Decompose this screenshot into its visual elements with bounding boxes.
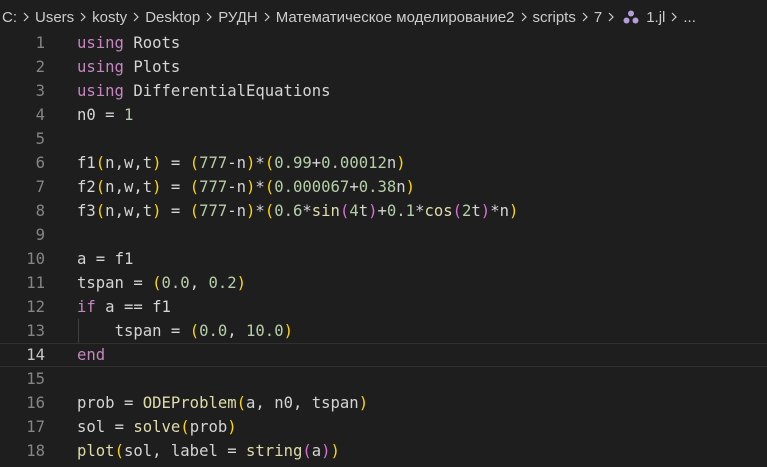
breadcrumb-desktop[interactable]: Desktop (145, 9, 200, 26)
chevron-right-icon (577, 9, 593, 25)
chevron-right-icon (603, 9, 619, 25)
line-number: 5 (35, 130, 45, 148)
code-text[interactable]: using Plots (77, 55, 180, 79)
line-number: 6 (35, 154, 45, 172)
code-text[interactable]: tspan = (0.0, 10.0) (77, 319, 293, 343)
code-line[interactable]: 1 using Roots (0, 31, 767, 55)
code-line[interactable]: 18 plot(sol, label = string(a)) (0, 439, 767, 463)
code-line[interactable]: 16 prob = ODEProblem(a, n0, tspan) (0, 391, 767, 415)
breadcrumb-file[interactable]: 1.jl (646, 9, 665, 26)
code-line[interactable]: 2 using Plots (0, 55, 767, 79)
chevron-right-icon (666, 9, 682, 25)
breadcrumb-users[interactable]: Users (35, 9, 74, 26)
breadcrumb-scripts[interactable]: scripts (533, 9, 576, 26)
breadcrumb: C: Users kosty Desktop РУДН Математическ… (0, 0, 767, 34)
line-number: 2 (35, 58, 45, 76)
code-text[interactable]: end (77, 343, 105, 367)
chevron-right-icon (18, 9, 34, 25)
line-number: 1 (35, 34, 45, 52)
code-text[interactable]: if a == f1 (77, 295, 171, 319)
code-text[interactable]: f3(n,w,t) = (777-n)*(0.6*sin(4t)+0.1*cos… (77, 199, 518, 223)
breadcrumb-more[interactable]: ... (683, 9, 696, 26)
breadcrumb-drive[interactable]: C: (2, 9, 17, 26)
code-line[interactable]: 8 f3(n,w,t) = (777-n)*(0.6*sin(4t)+0.1*co… (0, 199, 767, 223)
code-line[interactable]: 11 tspan = (0.0, 0.2) (0, 271, 767, 295)
code-line[interactable]: 10 a = f1 (0, 247, 767, 271)
code-line[interactable]: 4 n0 = 1 (0, 103, 767, 127)
chevron-right-icon (259, 9, 275, 25)
code-line[interactable]: 9 (0, 223, 767, 247)
chevron-right-icon (75, 9, 91, 25)
breadcrumb-7[interactable]: 7 (594, 9, 602, 26)
line-number: 11 (26, 274, 45, 292)
code-line[interactable]: 7 f2(n,w,t) = (777-n)*(0.000067+0.38n) (0, 175, 767, 199)
code-line[interactable]: 15 (0, 367, 767, 391)
line-number: 3 (35, 82, 45, 100)
line-number: 4 (35, 106, 45, 124)
code-text[interactable]: plot(sol, label = string(a)) (77, 439, 340, 463)
code-text[interactable]: prob = ODEProblem(a, n0, tspan) (77, 391, 368, 415)
line-number: 14 (26, 346, 45, 364)
code-text[interactable]: using Roots (77, 31, 180, 55)
line-number: 12 (26, 298, 45, 316)
chevron-right-icon (128, 9, 144, 25)
line-number: 9 (35, 226, 45, 244)
breadcrumb-kosty[interactable]: kosty (92, 9, 127, 26)
code-text[interactable]: f2(n,w,t) = (777-n)*(0.000067+0.38n) (77, 175, 415, 199)
code-line[interactable]: 5 (0, 127, 767, 151)
code-line[interactable]: 3 using DifferentialEquations (0, 79, 767, 103)
code-editor[interactable]: C: Users kosty Desktop РУДН Математическ… (0, 0, 767, 467)
chevron-right-icon (201, 9, 217, 25)
line-number: 10 (26, 250, 45, 268)
line-number: 13 (26, 322, 45, 340)
line-number: 17 (26, 418, 45, 436)
line-number: 8 (35, 202, 45, 220)
line-number: 7 (35, 178, 45, 196)
breadcrumb-rudn[interactable]: РУДН (218, 9, 258, 26)
code-line[interactable]: 13 tspan = (0.0, 10.0) (0, 319, 767, 343)
line-number: 15 (26, 370, 45, 388)
code-line[interactable]: 6 f1(n,w,t) = (777-n)*(0.99+0.00012n) (0, 151, 767, 175)
code-text[interactable]: using DifferentialEquations (77, 79, 331, 103)
code-text[interactable]: f1(n,w,t) = (777-n)*(0.99+0.00012n) (77, 151, 406, 175)
code-line[interactable]: 17 sol = solve(prob) (0, 415, 767, 439)
chevron-right-icon (516, 9, 532, 25)
code-lines[interactable]: 1 using Roots 2 using Plots 3 using Different… (0, 31, 767, 463)
breadcrumb-math-modeling[interactable]: Математическое моделирование2 (276, 9, 515, 26)
code-text[interactable]: sol = solve(prob) (77, 415, 237, 439)
code-line[interactable]: 12 if a == f1 (0, 295, 767, 319)
julia-file-icon (622, 9, 640, 25)
code-text[interactable]: n0 = 1 (77, 103, 133, 127)
line-number: 18 (26, 442, 45, 460)
code-text[interactable]: a = f1 (77, 247, 133, 271)
code-line[interactable]: 14 end (0, 343, 767, 367)
code-text[interactable]: tspan = (0.0, 0.2) (77, 271, 246, 295)
line-number: 16 (26, 394, 45, 412)
